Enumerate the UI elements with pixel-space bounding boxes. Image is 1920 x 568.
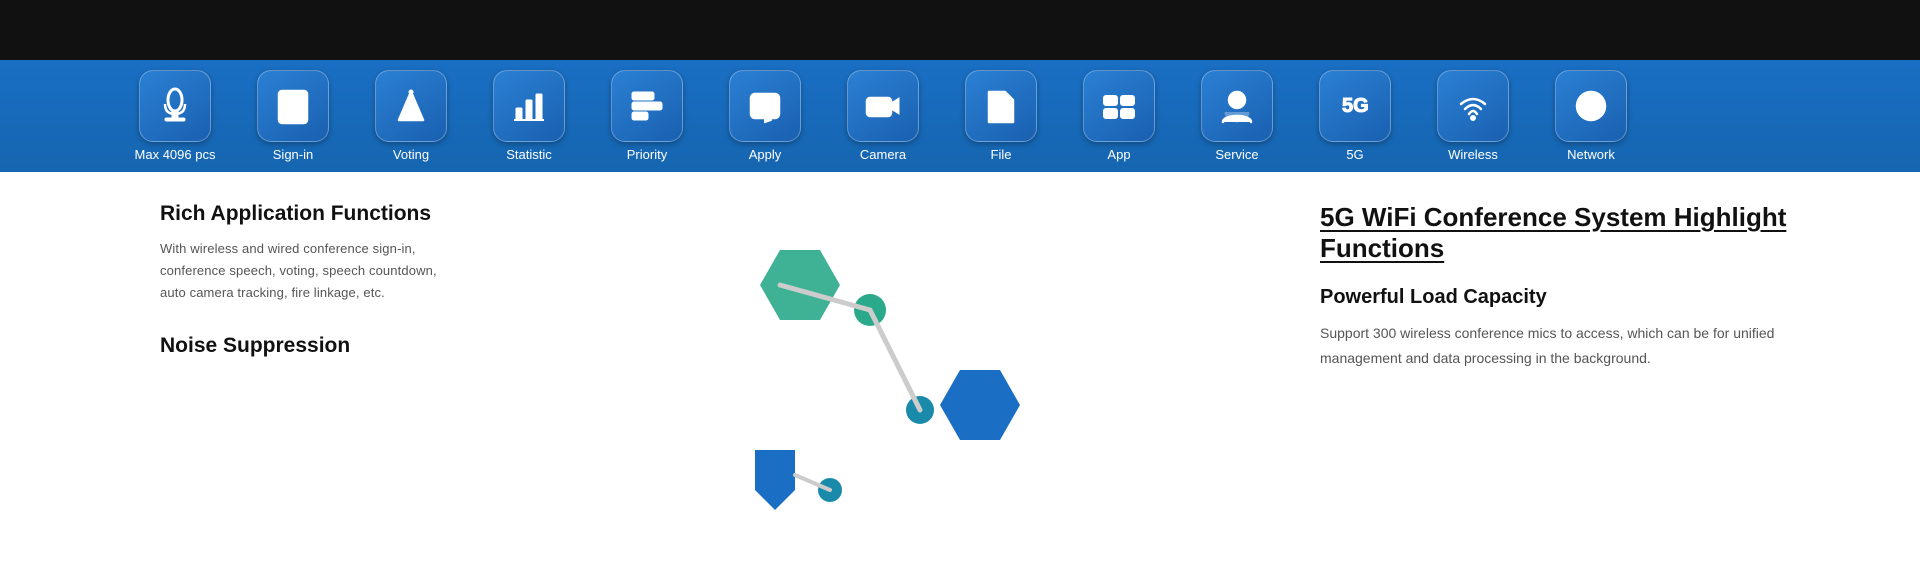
toolbar-item-service[interactable]: Service	[1182, 70, 1292, 162]
toolbar-item-wireless[interactable]: Wireless	[1418, 70, 1528, 162]
toolbar-label-max4096: Max 4096 pcs	[135, 147, 216, 162]
toolbar-icon-box-signin	[257, 70, 329, 142]
toolbar-label-5g: 5G	[1346, 147, 1363, 162]
middle-diagram	[500, 172, 1280, 568]
toolbar-icon-box-network	[1555, 70, 1627, 142]
toolbar-icon-box-wireless	[1437, 70, 1509, 142]
rich-app-body: With wireless and wired conference sign-…	[160, 238, 460, 304]
toolbar-icon-box-camera	[847, 70, 919, 142]
toolbar-icon-box-priority	[611, 70, 683, 142]
toolbar-icon-box-5g: 5G	[1319, 70, 1391, 142]
toolbar-label-apply: Apply	[749, 147, 782, 162]
toolbar-icon-box-voting	[375, 70, 447, 142]
left-section: Rich Application Functions With wireless…	[0, 172, 500, 568]
toolbar-label-wireless: Wireless	[1448, 147, 1498, 162]
rich-app-title: Rich Application Functions	[160, 202, 460, 226]
svg-text:5G: 5G	[1342, 95, 1369, 117]
toolbar-label-priority: Priority	[627, 147, 667, 162]
right-body: Support 300 wireless conference mics to …	[1320, 321, 1860, 371]
toolbar-label-signin: Sign-in	[273, 147, 313, 162]
top-black-bar	[0, 0, 1920, 60]
toolbar-item-camera[interactable]: Camera	[828, 70, 938, 162]
icon-toolbar: Max 4096 pcs Sign-in Voting Statistic Pr…	[0, 60, 1920, 172]
toolbar-icon-box-max4096	[139, 70, 211, 142]
toolbar-item-apply[interactable]: Apply	[710, 70, 820, 162]
toolbar-item-file[interactable]: File	[946, 70, 1056, 162]
toolbar-label-app: App	[1107, 147, 1130, 162]
content-area: Rich Application Functions With wireless…	[0, 172, 1920, 568]
toolbar-icon-box-apply	[729, 70, 801, 142]
toolbar-icon-box-file	[965, 70, 1037, 142]
toolbar-item-network[interactable]: Network	[1536, 70, 1646, 162]
toolbar-item-statistic[interactable]: Statistic	[474, 70, 584, 162]
toolbar-item-max4096[interactable]: Max 4096 pcs	[120, 70, 230, 162]
toolbar-label-service: Service	[1215, 147, 1258, 162]
toolbar-icon-box-statistic	[493, 70, 565, 142]
toolbar-icon-box-service	[1201, 70, 1273, 142]
noise-title: Noise Suppression	[160, 334, 460, 358]
toolbar-label-voting: Voting	[393, 147, 429, 162]
toolbar-item-signin[interactable]: Sign-in	[238, 70, 348, 162]
toolbar-label-camera: Camera	[860, 147, 906, 162]
toolbar-item-priority[interactable]: Priority	[592, 70, 702, 162]
toolbar-label-network: Network	[1567, 147, 1615, 162]
toolbar-item-5g[interactable]: 5G 5G	[1300, 70, 1410, 162]
right-section: 5G WiFi Conference System Highlight Func…	[1280, 172, 1920, 568]
toolbar-icon-box-app	[1083, 70, 1155, 142]
toolbar-item-app[interactable]: App	[1064, 70, 1174, 162]
toolbar-label-statistic: Statistic	[506, 147, 552, 162]
right-main-title: 5G WiFi Conference System Highlight Func…	[1320, 202, 1860, 264]
toolbar-label-file: File	[991, 147, 1012, 162]
toolbar-item-voting[interactable]: Voting	[356, 70, 466, 162]
right-subtitle: Powerful Load Capacity	[1320, 286, 1860, 309]
